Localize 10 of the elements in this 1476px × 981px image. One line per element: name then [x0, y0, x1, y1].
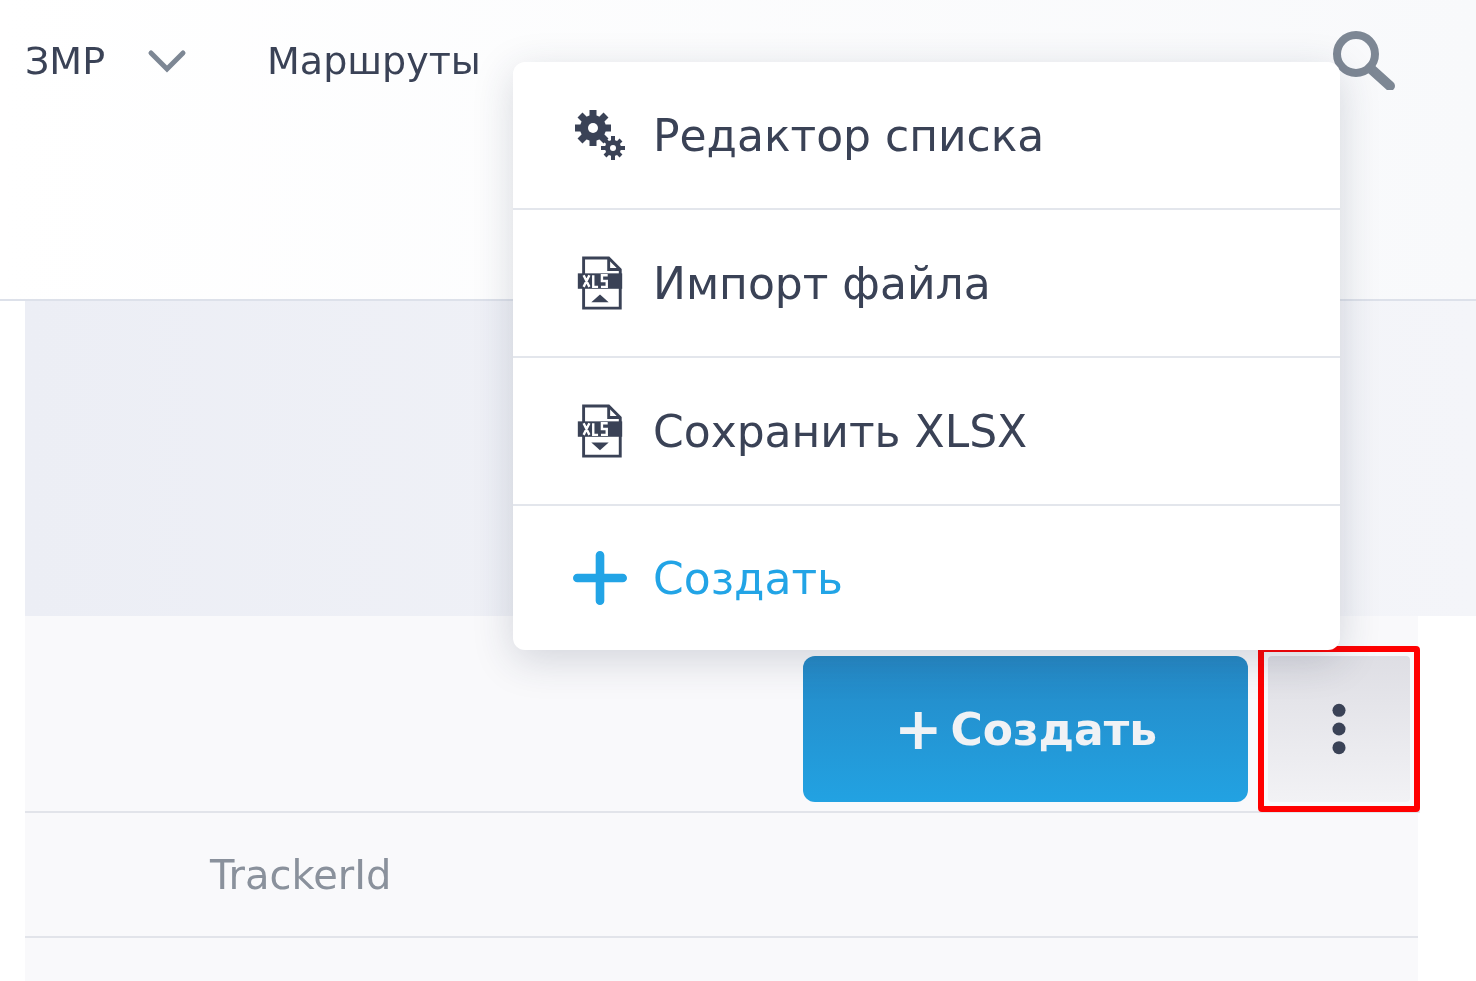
nav-link[interactable]: Маршруты: [267, 38, 481, 84]
plus-icon: [573, 551, 627, 605]
menu-item[interactable]: Импорт файла: [513, 210, 1340, 358]
menu-item[interactable]: Редактор списка: [513, 62, 1340, 210]
nav-link[interactable]: ЗМР: [25, 38, 106, 84]
search-icon[interactable]: [1330, 28, 1396, 90]
column-header: TrackerId: [210, 851, 392, 898]
chevron-down-icon[interactable]: [147, 49, 188, 73]
gears-icon: [573, 108, 627, 162]
menu-item[interactable]: Сохранить XLSX: [513, 358, 1340, 506]
